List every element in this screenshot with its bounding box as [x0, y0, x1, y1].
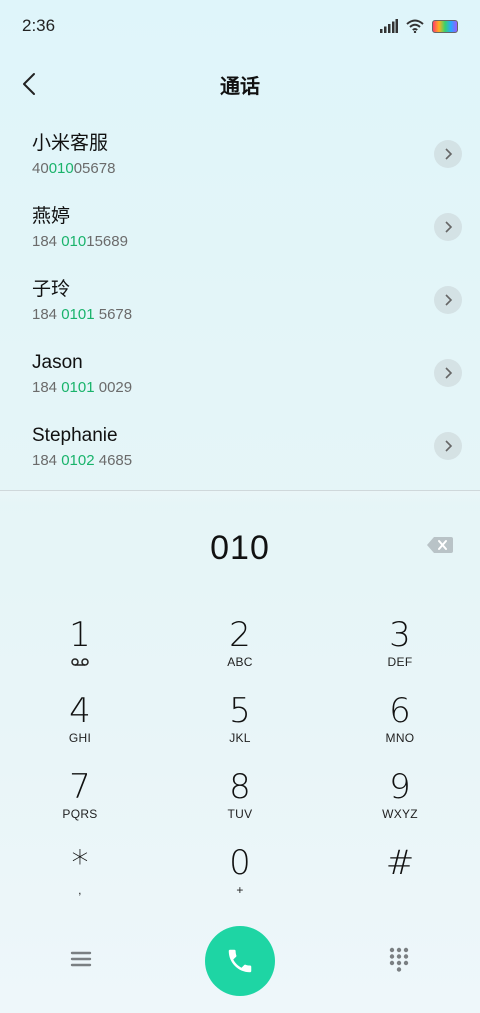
wifi-icon	[406, 19, 424, 33]
contact-item[interactable]: 小米客服 4001005678	[0, 120, 480, 193]
bottom-bar	[0, 925, 480, 996]
dialpad-toggle-button[interactable]	[388, 947, 410, 973]
call-button[interactable]	[205, 926, 275, 996]
chevron-right-icon	[445, 148, 453, 160]
contact-number: 184 01015689	[32, 233, 128, 250]
contact-number: 184 0102 4685	[32, 452, 133, 469]
header: 通话	[0, 56, 480, 112]
menu-button[interactable]	[68, 947, 94, 971]
typed-number: 010	[210, 528, 270, 567]
dial-keypad: 1 2 ABC 3 DEF 4 GHI 5 JKL 6 MNO 7 PQRS 8…	[0, 615, 480, 919]
contact-item[interactable]: Jason 184 0101 0029	[0, 339, 480, 412]
key-5[interactable]: 5 JKL	[160, 691, 320, 767]
key-digit: 7	[69, 767, 91, 807]
key-digit: 4	[69, 691, 91, 731]
key-digit: 3	[389, 615, 411, 655]
key-2[interactable]: 2 ABC	[160, 615, 320, 691]
signal-icon	[380, 19, 398, 33]
backspace-icon	[427, 537, 453, 553]
contact-number: 184 0101 0029	[32, 379, 133, 396]
contact-number: 4001005678	[32, 160, 116, 177]
key-letters: +	[236, 883, 244, 897]
key-letters: ABC	[227, 655, 253, 669]
key-3[interactable]: 3 DEF	[320, 615, 480, 691]
contact-detail-button[interactable]	[434, 359, 462, 387]
phone-icon	[228, 949, 252, 973]
key-letters: DEF	[387, 655, 413, 669]
contact-list: 小米客服 4001005678 燕婷 184 01015689 子玲 184 0…	[0, 120, 480, 485]
list-fade	[0, 491, 480, 505]
key-letters: GHI	[68, 731, 92, 745]
key-digit: 0	[229, 843, 251, 883]
key-hash[interactable]: #	[320, 843, 480, 919]
key-0[interactable]: 0 +	[160, 843, 320, 919]
key-9[interactable]: 9 WXYZ	[320, 767, 480, 843]
contact-name: 燕婷	[32, 206, 71, 227]
voicemail-icon	[71, 655, 89, 669]
backspace-button[interactable]	[426, 534, 454, 556]
key-digit: 6	[389, 691, 411, 731]
dialpad-icon	[389, 947, 409, 972]
key-digit: #	[385, 843, 415, 883]
contact-detail-button[interactable]	[434, 213, 462, 241]
key-6[interactable]: 6 MNO	[320, 691, 480, 767]
page-title: 通话	[220, 75, 260, 98]
chevron-right-icon	[445, 294, 453, 306]
chevron-right-icon	[445, 440, 453, 452]
key-digit: 9	[389, 767, 411, 807]
status-bar: 2:36	[0, 0, 480, 52]
contact-name: Stephanie	[32, 425, 118, 446]
key-digit: 2	[229, 615, 251, 655]
key-letters: PQRS	[62, 807, 98, 821]
key-7[interactable]: 7 PQRS	[0, 767, 160, 843]
key-4[interactable]: 4 GHI	[0, 691, 160, 767]
key-digit: 8	[229, 767, 251, 807]
back-icon	[23, 73, 35, 95]
key-digit: 1	[69, 615, 91, 655]
contact-item[interactable]: Stephanie 184 0102 4685	[0, 412, 480, 485]
key-letters: ,	[78, 883, 82, 897]
key-1[interactable]: 1	[0, 615, 160, 691]
contact-detail-button[interactable]	[434, 286, 462, 314]
key-digit: 5	[229, 691, 251, 731]
key-letters: MNO	[385, 731, 415, 745]
contact-item[interactable]: 燕婷 184 01015689	[0, 193, 480, 266]
key-letters: JKL	[229, 731, 251, 745]
contact-name: 小米客服	[32, 133, 109, 154]
status-time: 2:36	[22, 16, 56, 35]
back-button[interactable]	[16, 68, 42, 100]
key-digit: *	[71, 843, 89, 883]
key-letters: TUV	[227, 807, 253, 821]
contact-detail-button[interactable]	[434, 432, 462, 460]
key-8[interactable]: 8 TUV	[160, 767, 320, 843]
contact-detail-button[interactable]	[434, 140, 462, 168]
status-icons	[380, 19, 458, 33]
menu-icon	[70, 951, 92, 967]
key-star[interactable]: * ,	[0, 843, 160, 919]
contact-name: 子玲	[32, 279, 71, 300]
contact-number: 184 0101 5678	[32, 306, 133, 323]
chevron-right-icon	[445, 221, 453, 233]
number-display: 010	[0, 520, 480, 576]
key-letters: WXYZ	[382, 807, 418, 821]
battery-icon	[432, 19, 458, 33]
contact-name: Jason	[32, 352, 83, 373]
chevron-right-icon	[445, 367, 453, 379]
contact-item[interactable]: 子玲 184 0101 5678	[0, 266, 480, 339]
